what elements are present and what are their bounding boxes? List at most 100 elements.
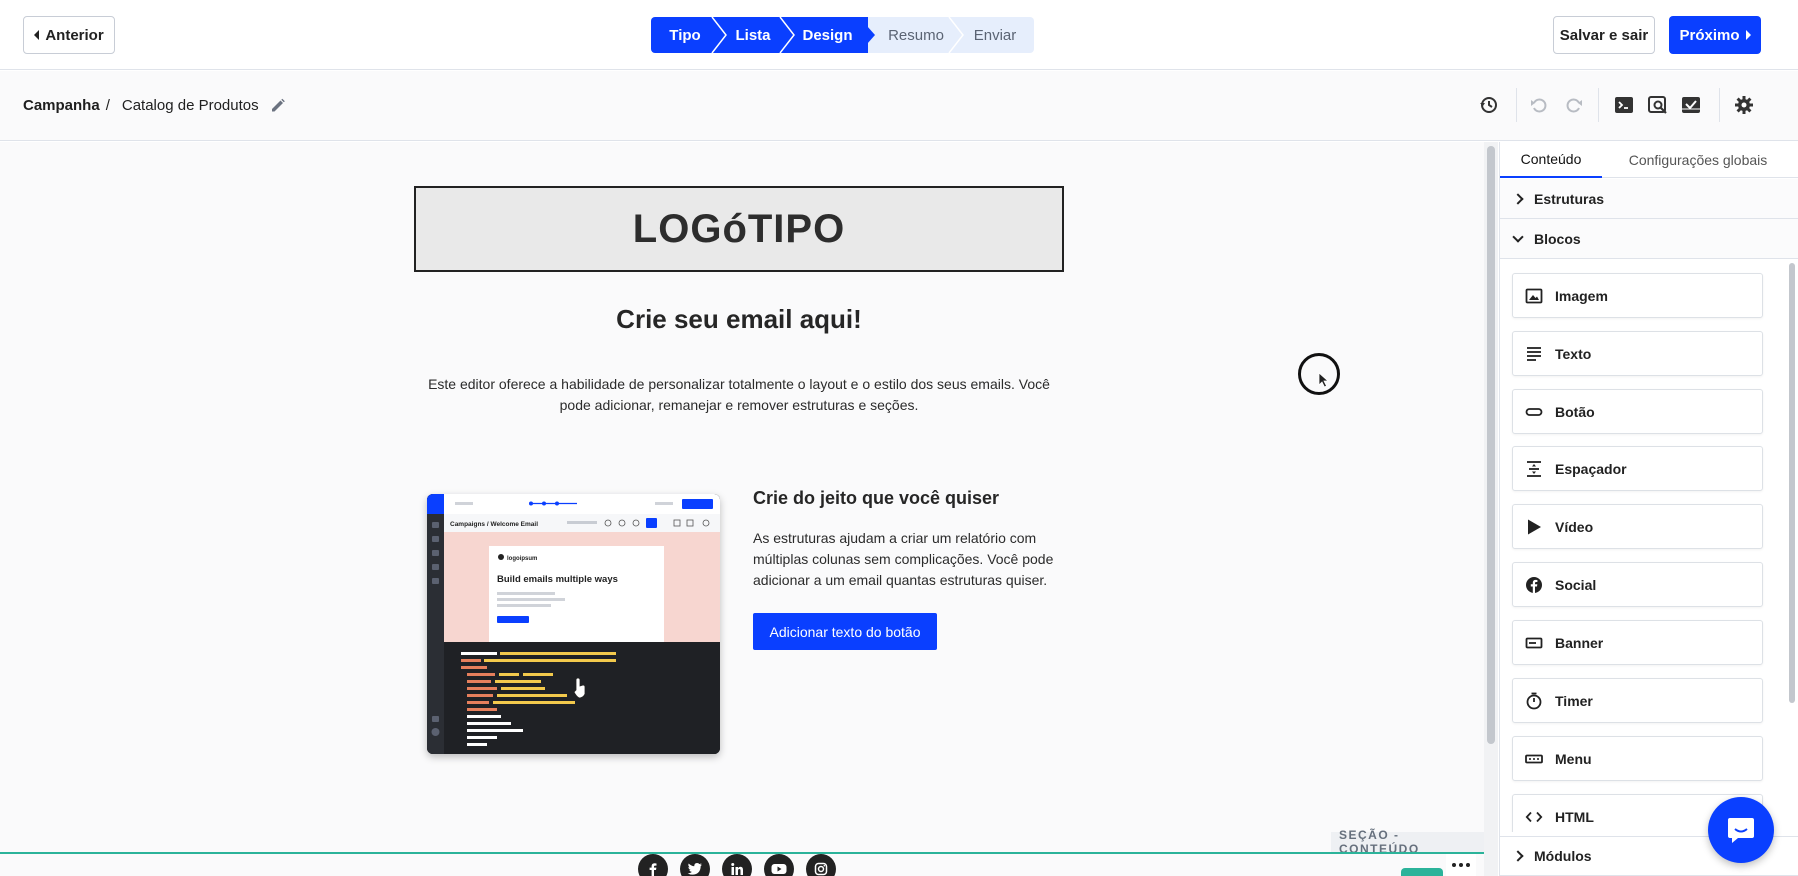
tab-label: Configurações globais bbox=[1628, 152, 1768, 168]
timer-icon bbox=[1526, 692, 1542, 709]
block-menu[interactable]: Menu bbox=[1512, 736, 1763, 781]
blocks-scrollbar-thumb[interactable] bbox=[1789, 263, 1795, 703]
chevron-right-icon bbox=[1512, 192, 1524, 205]
content-panel: Conteúdo Configurações globais Estrutura… bbox=[1499, 142, 1798, 876]
step-design[interactable]: Design bbox=[787, 17, 875, 53]
social-icons-row bbox=[638, 854, 836, 876]
facebook-icon bbox=[1526, 576, 1542, 593]
logo-block[interactable]: LOGóTIPO bbox=[414, 186, 1064, 272]
video-icon bbox=[1528, 519, 1541, 534]
editor-toolbar: Campanha / Catalog de Produtos bbox=[0, 71, 1798, 141]
block-timer[interactable]: Timer bbox=[1512, 678, 1763, 723]
blocks-scrollbar[interactable] bbox=[1788, 259, 1796, 829]
caret-left-icon bbox=[34, 30, 40, 40]
progress-steps: Tipo Lista Design Resumo Enviar bbox=[651, 17, 1034, 53]
logo-text: LOGóTIPO bbox=[632, 206, 846, 251]
step-label: Design bbox=[802, 26, 853, 44]
undo-icon[interactable] bbox=[1528, 94, 1550, 116]
settings-icon[interactable] bbox=[1733, 94, 1755, 116]
instagram-icon[interactable] bbox=[806, 854, 836, 876]
step-separator bbox=[948, 17, 964, 53]
preview-breadcrumb: Campaigns / Welcome Email bbox=[450, 521, 538, 528]
block-label: Botão bbox=[1555, 403, 1595, 420]
column-text[interactable]: As estruturas ajudam a criar um relatóri… bbox=[753, 528, 1083, 591]
preview-heading: Build emails multiple ways bbox=[497, 574, 618, 585]
step-separator bbox=[859, 17, 875, 53]
save-exit-label: Salvar e sair bbox=[1559, 26, 1649, 44]
block-social[interactable]: Social bbox=[1512, 562, 1763, 607]
cta-button-label: Adicionar texto do botão bbox=[769, 623, 921, 640]
tab-global-settings[interactable]: Configurações globais bbox=[1608, 142, 1788, 178]
cta-button[interactable]: Adicionar texto do botão bbox=[753, 613, 937, 650]
step-label: Resumo bbox=[888, 26, 944, 44]
canvas-scrollbar[interactable] bbox=[1484, 142, 1498, 876]
chat-button[interactable] bbox=[1708, 797, 1774, 863]
pencil-icon[interactable] bbox=[268, 96, 288, 116]
menu-icon bbox=[1525, 754, 1543, 763]
linkedin-icon[interactable] bbox=[722, 854, 752, 876]
block-spacer[interactable]: Espaçador bbox=[1512, 446, 1763, 491]
block-button[interactable]: Botão bbox=[1512, 389, 1763, 434]
email-headline[interactable]: Crie seu email aqui! bbox=[414, 304, 1064, 335]
step-enviar[interactable]: Enviar bbox=[956, 17, 1034, 53]
step-label: Lista bbox=[735, 26, 771, 44]
youtube-icon[interactable] bbox=[764, 854, 794, 876]
block-label: Imagem bbox=[1555, 287, 1608, 304]
banner-icon bbox=[1525, 637, 1543, 648]
column-title[interactable]: Crie do jeito que você quiser bbox=[753, 488, 999, 509]
toolbar-divider bbox=[1598, 88, 1599, 122]
chat-icon bbox=[1728, 818, 1754, 843]
accordion-label: Módulos bbox=[1534, 848, 1592, 864]
email-canvas[interactable]: LOGóTIPO Crie seu email aqui! Este edito… bbox=[0, 142, 1484, 876]
preview-logo: logoipsum bbox=[507, 556, 537, 562]
section-label: SEÇÃO - CONTEÚDO bbox=[1331, 828, 1484, 856]
accordion-blocks[interactable]: Blocos bbox=[1500, 219, 1798, 259]
history-icon[interactable] bbox=[1478, 94, 1500, 116]
breadcrumb-separator: / bbox=[105, 97, 110, 114]
block-label: Vídeo bbox=[1555, 518, 1594, 535]
breadcrumb-root[interactable]: Campanha bbox=[23, 97, 100, 114]
chevron-right-icon bbox=[1512, 850, 1524, 862]
step-tipo[interactable]: Tipo bbox=[651, 17, 727, 53]
twitter-icon[interactable] bbox=[680, 854, 710, 876]
block-label: Timer bbox=[1555, 692, 1593, 709]
save-exit-button[interactable]: Salvar e sair bbox=[1553, 16, 1655, 54]
back-button[interactable]: Anterior bbox=[23, 16, 115, 54]
code-icon[interactable] bbox=[1613, 94, 1635, 116]
tab-content[interactable]: Conteúdo bbox=[1500, 142, 1602, 178]
canvas-scrollbar-thumb[interactable] bbox=[1487, 146, 1495, 744]
block-label: Banner bbox=[1555, 634, 1604, 651]
facebook-icon[interactable] bbox=[638, 854, 668, 876]
campaign-name: Catalog de Produtos bbox=[121, 97, 259, 114]
pointer-cursor-icon bbox=[1318, 372, 1330, 388]
step-lista[interactable]: Lista bbox=[719, 17, 795, 53]
preview-icon[interactable] bbox=[1647, 94, 1669, 116]
step-resumo[interactable]: Resumo bbox=[868, 17, 964, 53]
back-button-label: Anterior bbox=[45, 26, 104, 44]
editor-preview-image[interactable]: Campaigns / Welcome Email logoipsum Buil… bbox=[427, 494, 720, 754]
block-text[interactable]: Texto bbox=[1512, 331, 1763, 376]
image-icon bbox=[1525, 288, 1543, 303]
redo-icon[interactable] bbox=[1563, 94, 1585, 116]
block-label: HTML bbox=[1555, 808, 1594, 825]
block-image[interactable]: Imagem bbox=[1512, 273, 1763, 318]
accordion-structures[interactable]: Estruturas bbox=[1500, 179, 1798, 219]
editor-preview-illustration: Campaigns / Welcome Email logoipsum Buil… bbox=[427, 494, 720, 754]
spacer-icon bbox=[1527, 460, 1541, 477]
block-label: Menu bbox=[1555, 750, 1592, 767]
block-label: Texto bbox=[1555, 345, 1592, 362]
block-video[interactable]: Vídeo bbox=[1512, 504, 1763, 549]
block-banner[interactable]: Banner bbox=[1512, 620, 1763, 665]
section-handle[interactable] bbox=[1401, 868, 1443, 876]
more-options-icon[interactable] bbox=[1446, 854, 1476, 876]
test-email-icon[interactable] bbox=[1680, 94, 1702, 116]
top-bar: Anterior Tipo Lista Design Resumo Enviar… bbox=[0, 0, 1798, 70]
toolbar-divider bbox=[1516, 88, 1517, 122]
breadcrumb: Campanha / Catalog de Produtos bbox=[23, 97, 259, 114]
tab-label: Conteúdo bbox=[1520, 151, 1582, 167]
text-icon bbox=[1527, 346, 1541, 361]
step-label: Enviar bbox=[973, 26, 1017, 44]
email-lead-text[interactable]: Este editor oferece a habilidade de pers… bbox=[424, 374, 1054, 416]
block-label: Social bbox=[1555, 576, 1597, 593]
next-button[interactable]: Próximo bbox=[1669, 16, 1761, 54]
